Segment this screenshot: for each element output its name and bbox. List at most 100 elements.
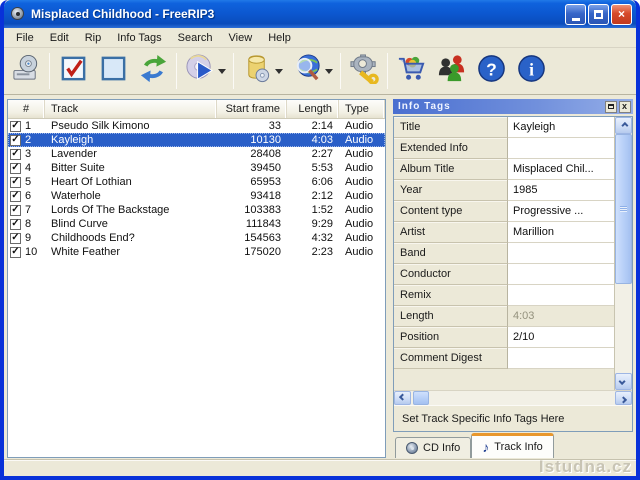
column-header-start-frame[interactable]: Start frame (217, 100, 287, 118)
menu-rip[interactable]: Rip (77, 30, 110, 46)
vertical-scroll-thumb[interactable] (615, 134, 632, 284)
menu-search[interactable]: Search (170, 30, 221, 46)
search-dropdown-arrow-icon[interactable] (325, 69, 333, 74)
track-length: 6:06 (287, 176, 339, 188)
vertical-scrollbar[interactable] (615, 117, 632, 390)
track-checkbox[interactable] (10, 163, 21, 174)
table-row[interactable]: 10 White Feather 175020 2:23 Audio (8, 245, 385, 259)
field-value-input[interactable] (508, 243, 614, 264)
music-note-icon: ♪ (482, 440, 489, 454)
table-row[interactable]: 8 Blind Curve 111843 9:29 Audio (8, 217, 385, 231)
field-value-input[interactable] (508, 285, 614, 306)
deselect-all-button[interactable] (93, 50, 133, 92)
table-row[interactable]: 5 Heart Of Lothian 65953 6:06 Audio (8, 175, 385, 189)
maximize-button[interactable] (588, 4, 609, 25)
field-value-input[interactable]: Marillion (508, 222, 614, 243)
select-all-button[interactable] (53, 50, 93, 92)
menu-help[interactable]: Help (260, 30, 299, 46)
horizontal-scrollbar[interactable] (394, 390, 632, 405)
scroll-left-button[interactable] (394, 391, 411, 405)
tab-cd-info[interactable]: CD Info (395, 437, 471, 458)
search-button[interactable] (287, 50, 327, 92)
track-title: Kayleigh (45, 134, 217, 146)
table-row[interactable]: 3 Lavender 28408 2:27 Audio (8, 147, 385, 161)
titlebar[interactable]: Misplaced Childhood - FreeRIP3 × (4, 0, 636, 28)
refresh-button[interactable] (133, 50, 173, 92)
main-area: # Track Start frame Length Type 1 Pseudo… (4, 95, 636, 460)
column-header-num[interactable]: # (8, 100, 45, 118)
maximize-icon (594, 10, 603, 19)
field-row-album-title: Album Title Misplaced Chil... (394, 159, 614, 180)
track-checkbox[interactable] (10, 191, 21, 202)
table-row[interactable]: 6 Waterhole 93418 2:12 Audio (8, 189, 385, 203)
panel-splitter[interactable] (386, 99, 393, 458)
tab-label: Track Info (494, 441, 543, 453)
track-length: 9:29 (287, 218, 339, 230)
menu-edit[interactable]: Edit (42, 30, 77, 46)
track-length: 2:23 (287, 246, 339, 258)
column-header-track[interactable]: Track (45, 100, 217, 118)
rip-database-button[interactable] (237, 50, 277, 92)
field-value-input[interactable] (508, 138, 614, 159)
shop-button[interactable] (391, 50, 431, 92)
horizontal-scroll-thumb[interactable] (413, 391, 429, 405)
community-button[interactable] (431, 50, 471, 92)
track-checkbox[interactable] (10, 233, 21, 244)
chevron-down-icon (619, 378, 626, 385)
scroll-down-button[interactable] (615, 373, 632, 390)
track-checkbox[interactable] (10, 247, 21, 258)
rip-play-button[interactable] (180, 50, 220, 92)
track-type: Audio (339, 232, 385, 244)
people-group-icon (436, 53, 467, 89)
track-length: 4:03 (287, 134, 339, 146)
track-rows: 1 Pseudo Silk Kimono 33 2:14 Audio 2 Kay… (8, 119, 385, 457)
field-value-input[interactable] (508, 264, 614, 285)
track-checkbox[interactable] (10, 121, 21, 132)
column-header-length[interactable]: Length (287, 100, 339, 118)
tab-track-info[interactable]: ♪ Track Info (471, 433, 554, 458)
track-checkbox[interactable] (10, 135, 21, 146)
field-value-input[interactable] (508, 348, 614, 369)
track-checkbox[interactable] (10, 205, 21, 216)
table-row[interactable]: 7 Lords Of The Backstage 103383 1:52 Aud… (8, 203, 385, 217)
menu-view[interactable]: View (221, 30, 261, 46)
track-number: 3 (25, 148, 31, 160)
table-row-selected[interactable]: 2 Kayleigh 10130 4:03 Audio (8, 133, 385, 147)
track-title: Lords Of The Backstage (45, 204, 217, 216)
app-cd-icon (10, 6, 26, 22)
field-value-input[interactable]: Misplaced Chil... (508, 159, 614, 180)
field-value-input[interactable]: 2/10 (508, 327, 614, 348)
track-title: White Feather (45, 246, 217, 258)
menu-info-tags[interactable]: Info Tags (109, 30, 169, 46)
help-button[interactable]: ? (471, 50, 511, 92)
track-number: 10 (25, 246, 37, 258)
scroll-right-button[interactable] (615, 391, 632, 405)
info-tags-titlebar[interactable]: Info Tags x (393, 99, 633, 114)
track-checkbox[interactable] (10, 219, 21, 230)
rip-play-dropdown-arrow-icon[interactable] (218, 69, 226, 74)
column-header-type[interactable]: Type (339, 100, 385, 118)
track-type: Audio (339, 218, 385, 230)
panel-restore-button[interactable] (605, 101, 617, 113)
track-checkbox[interactable] (10, 149, 21, 160)
about-button[interactable]: i (511, 50, 551, 92)
settings-button[interactable] (344, 50, 384, 92)
field-value-input[interactable]: Progressive ... (508, 201, 614, 222)
table-row[interactable]: 9 Childhoods End? 154563 4:32 Audio (8, 231, 385, 245)
field-value-input[interactable]: 1985 (508, 180, 614, 201)
load-cd-button[interactable] (6, 50, 46, 92)
track-start-frame: 154563 (217, 232, 287, 244)
track-checkbox[interactable] (10, 177, 21, 188)
table-row[interactable]: 1 Pseudo Silk Kimono 33 2:14 Audio (8, 119, 385, 133)
panel-close-button[interactable]: x (619, 101, 631, 113)
rip-database-dropdown-arrow-icon[interactable] (275, 69, 283, 74)
field-value-input[interactable]: Kayleigh (508, 117, 614, 138)
minimize-button[interactable] (565, 4, 586, 25)
field-row-title: Title Kayleigh (394, 117, 614, 138)
menu-file[interactable]: File (8, 30, 42, 46)
track-title: Lavender (45, 148, 217, 160)
scroll-up-button[interactable] (615, 117, 632, 134)
table-row[interactable]: 4 Bitter Suite 39450 5:53 Audio (8, 161, 385, 175)
close-button[interactable]: × (611, 4, 632, 25)
field-row-remix: Remix (394, 285, 614, 306)
